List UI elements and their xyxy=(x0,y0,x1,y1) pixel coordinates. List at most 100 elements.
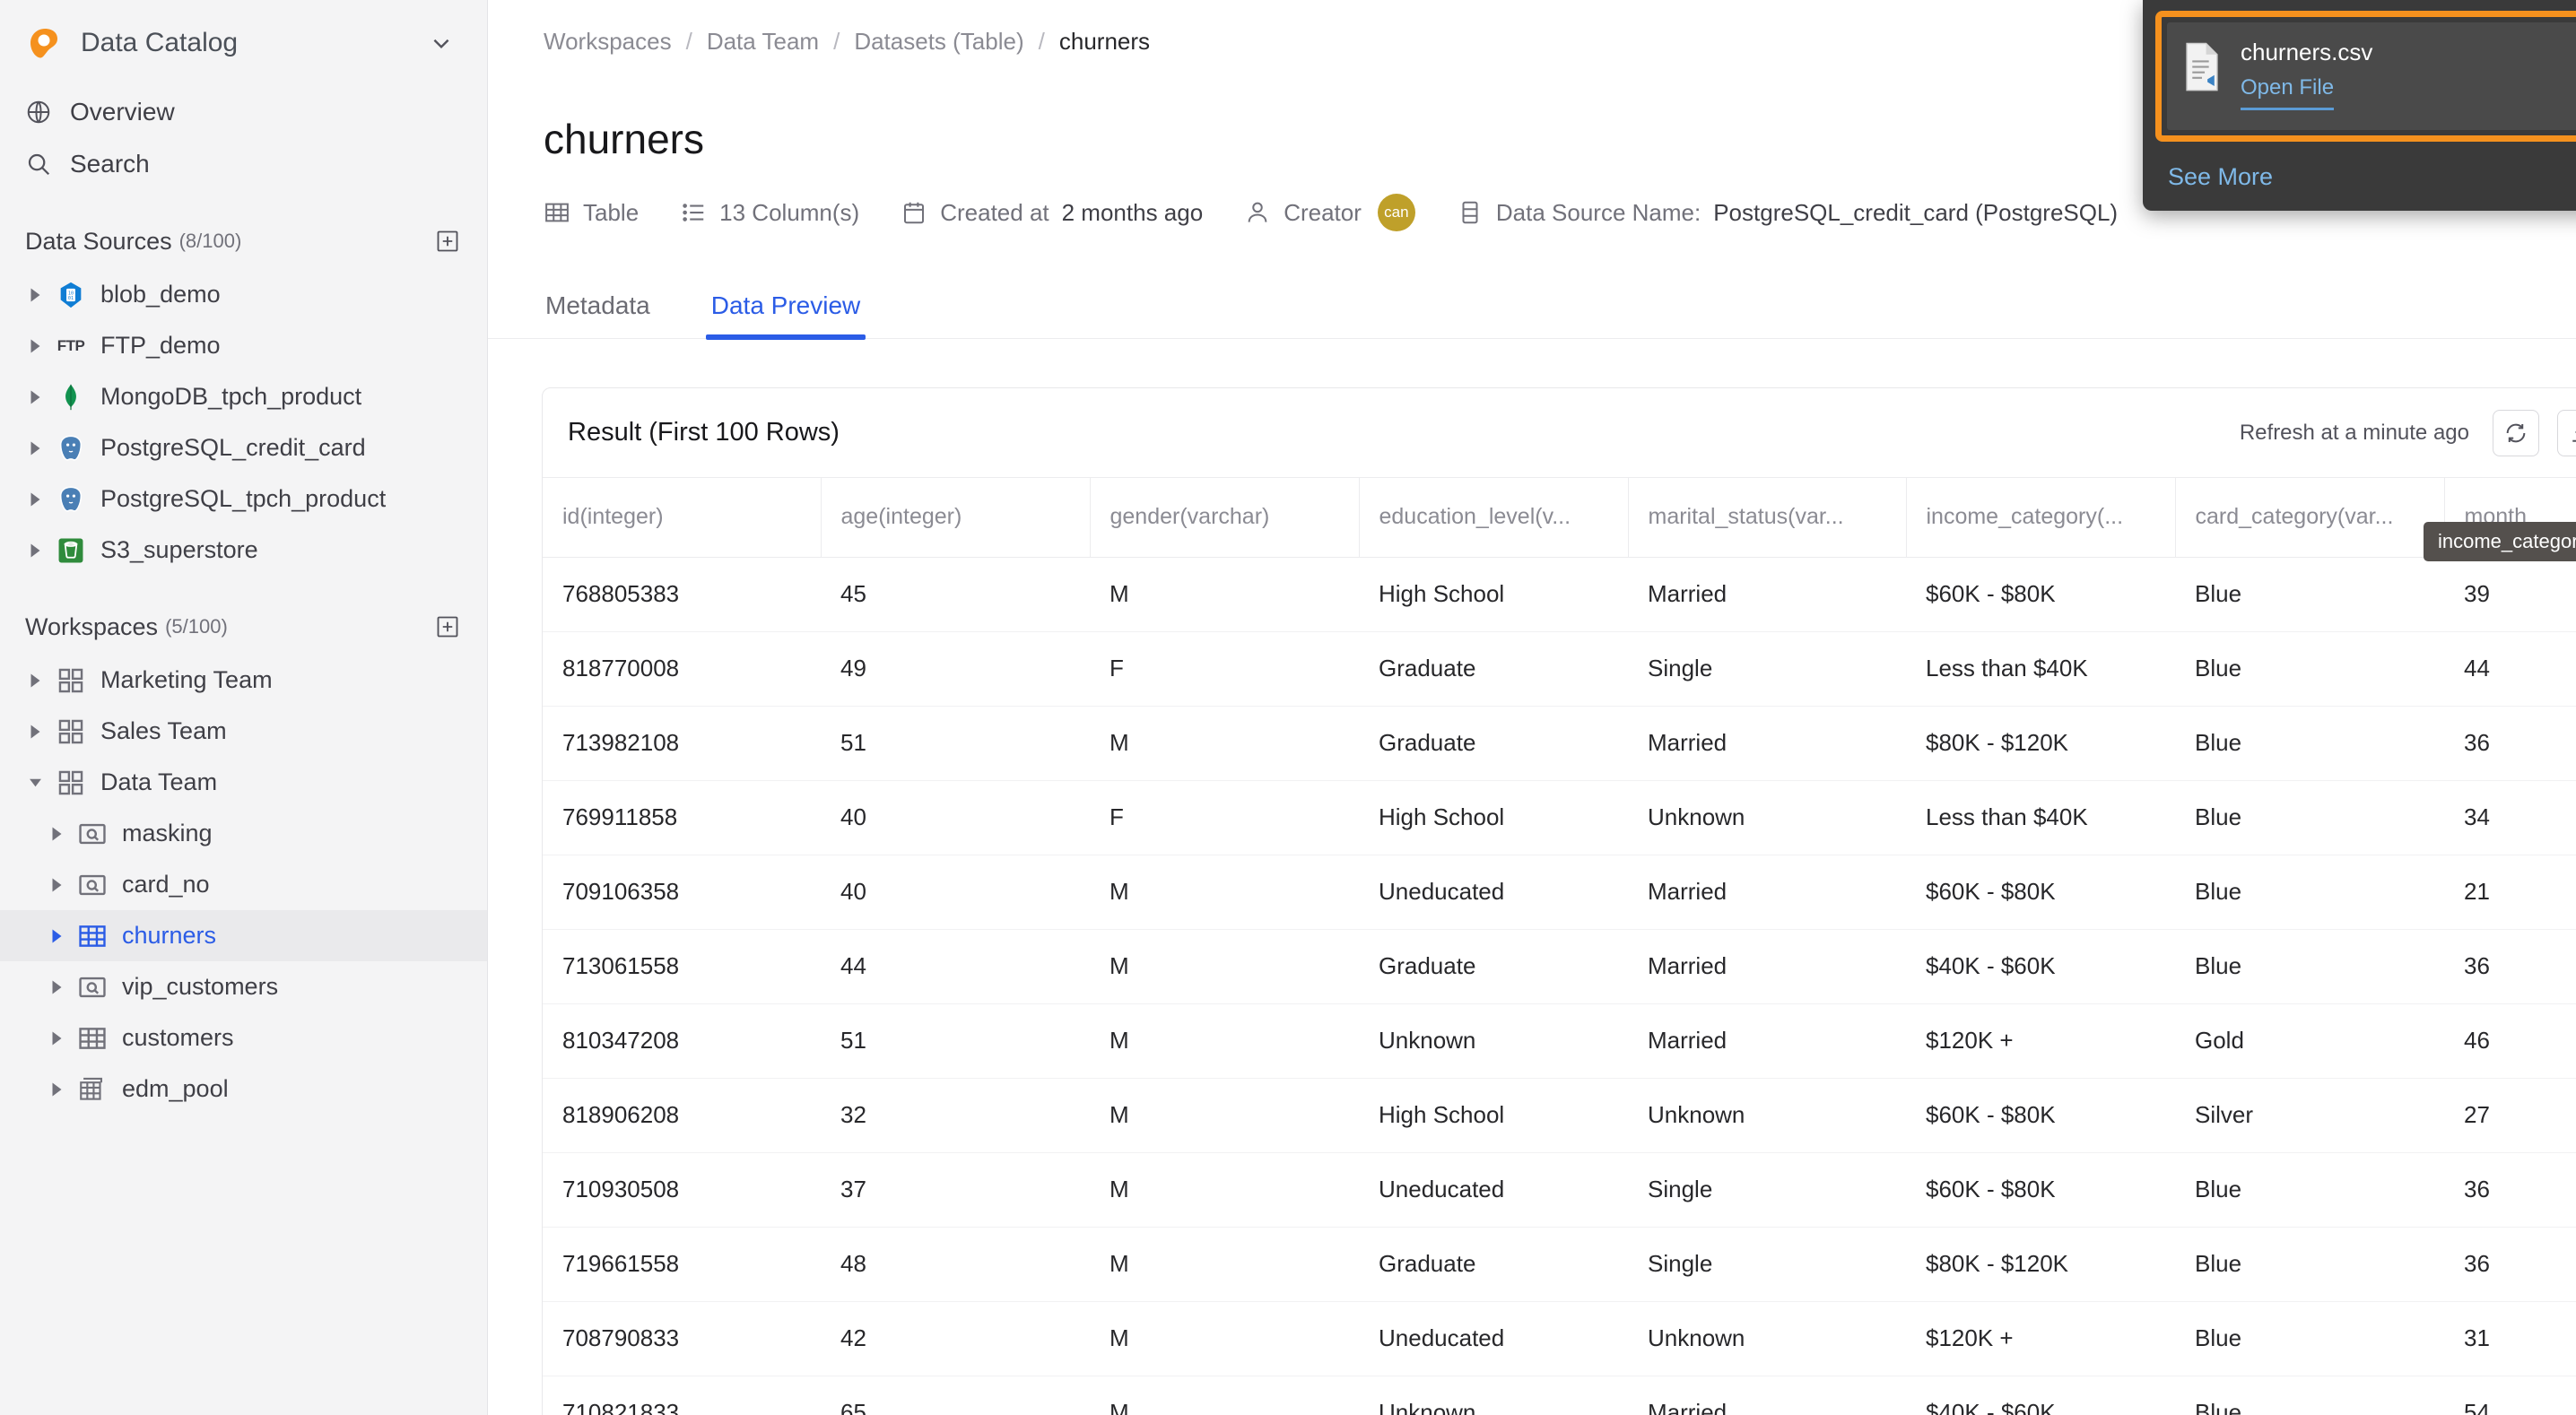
tree-item-sales-team[interactable]: Sales Team xyxy=(0,706,487,757)
sidebar-item-overview-label: Overview xyxy=(70,98,175,126)
tree-item-label: card_no xyxy=(122,871,210,898)
caret-right-icon[interactable] xyxy=(25,387,45,407)
table-cell: 719661558 xyxy=(543,1227,821,1302)
table-cell: 54 xyxy=(2444,1376,2576,1415)
caret-right-icon[interactable] xyxy=(25,722,45,742)
tab-metadata[interactable]: Metadata xyxy=(542,291,654,338)
caret-right-icon[interactable] xyxy=(47,926,66,946)
table-row[interactable]: 708790833 42 M Uneducated Unknown $120K + Blue… xyxy=(543,1301,2576,1376)
table-row[interactable]: 710821833 65 M Unknown Married $40K - $60K Blu… xyxy=(543,1376,2576,1415)
caret-right-icon[interactable] xyxy=(47,875,66,895)
table-cell: Blue xyxy=(2175,780,2444,855)
caret-right-icon[interactable] xyxy=(25,671,45,690)
table-cell: Graduate xyxy=(1359,631,1628,707)
table-row[interactable]: 768805383 45 M High School Married $60K - $80… xyxy=(543,557,2576,632)
table-cell: $40K - $60K xyxy=(1906,1376,2175,1415)
table-cell: $80K - $120K xyxy=(1906,706,2175,781)
meta-data-source-value: PostgreSQL_credit_card (PostgreSQL) xyxy=(1713,198,2119,226)
tree-item-label: PostgreSQL_tpch_product xyxy=(100,485,387,512)
table-cell: High School xyxy=(1359,557,1628,632)
table-cell: Blue xyxy=(2175,929,2444,1004)
table-row[interactable]: 719661558 48 M Graduate Single $80K - $120K Bl… xyxy=(543,1227,2576,1302)
table-cell: 21 xyxy=(2444,855,2576,930)
breadcrumb-item-data-team[interactable]: Data Team xyxy=(707,28,819,56)
table-icon xyxy=(77,921,108,951)
tree-item-ftp-demo[interactable]: FTP FTP_demo xyxy=(0,320,487,371)
tree-item-marketing-team[interactable]: Marketing Team xyxy=(0,655,487,706)
tree-item-vip-customers[interactable]: vip_customers xyxy=(0,961,487,1012)
see-more-link[interactable]: See More xyxy=(2168,163,2576,191)
chevron-down-icon[interactable] xyxy=(430,31,453,55)
caret-right-icon[interactable] xyxy=(47,977,66,997)
workspaces-count: (5/100) xyxy=(165,615,228,638)
table-cell: 710930508 xyxy=(543,1152,821,1228)
tree-item-s3-superstore[interactable]: S3_superstore xyxy=(0,525,487,576)
table-cell: $80K - $120K xyxy=(1906,1227,2175,1302)
refresh-button[interactable] xyxy=(2493,409,2539,456)
breadcrumb-item-datasets[interactable]: Datasets (Table) xyxy=(854,28,1023,56)
table-cell: 51 xyxy=(821,1003,1090,1079)
table-cell: 42 xyxy=(821,1301,1090,1376)
tree-item-blob-demo[interactable]: 10 01 blob_demo xyxy=(0,269,487,320)
tree-item-postgresql-tpch-product[interactable]: PostgreSQL_tpch_product xyxy=(0,473,487,525)
meta-creator: Creator can xyxy=(1244,194,1415,231)
view-icon xyxy=(77,870,108,900)
caret-right-icon[interactable] xyxy=(25,490,45,509)
table-cell: M xyxy=(1090,1078,1359,1153)
tree-item-customers[interactable]: customers xyxy=(0,1012,487,1063)
tree-item-card-no[interactable]: card_no xyxy=(0,859,487,910)
column-header-card-category[interactable]: card_category(var... xyxy=(2175,478,2445,558)
caret-right-icon[interactable] xyxy=(47,824,66,844)
caret-right-icon[interactable] xyxy=(47,1080,66,1099)
sidebar-item-search[interactable]: Search xyxy=(0,138,487,190)
column-header-id[interactable]: id(integer) xyxy=(543,478,822,558)
table-cell: 818770008 xyxy=(543,631,821,707)
table-cell: 46 xyxy=(2444,1003,2576,1079)
tree-item-edm-pool[interactable]: edm_pool xyxy=(0,1063,487,1115)
tree-item-label: masking xyxy=(122,820,213,846)
creator-avatar[interactable]: can xyxy=(1377,194,1415,231)
caret-down-icon[interactable] xyxy=(25,773,45,793)
caret-right-icon[interactable] xyxy=(47,1029,66,1048)
add-data-source-icon[interactable] xyxy=(435,229,460,254)
table-row[interactable]: 818770008 49 F Graduate Single Less than $40K… xyxy=(543,631,2576,707)
caret-right-icon[interactable] xyxy=(25,541,45,560)
tree-item-data-team[interactable]: Data Team xyxy=(0,757,487,808)
download-item[interactable]: churners.csv Open File xyxy=(2167,22,2576,131)
data-catalog-logo-icon xyxy=(25,23,65,63)
caret-right-icon[interactable] xyxy=(25,336,45,356)
table-cell: Unknown xyxy=(1628,780,1906,855)
add-workspace-icon[interactable] xyxy=(435,614,460,639)
table-row[interactable]: 818906208 32 M High School Unknown $60K - $80… xyxy=(543,1078,2576,1153)
breadcrumb-separator: / xyxy=(685,27,692,55)
brand-header[interactable]: Data Catalog xyxy=(0,0,487,86)
column-header-age[interactable]: age(integer) xyxy=(821,478,1091,558)
caret-right-icon[interactable] xyxy=(25,438,45,458)
column-header-marital-status[interactable]: marital_status(var... xyxy=(1628,478,1907,558)
tab-data-preview[interactable]: Data Preview xyxy=(705,291,866,340)
table-cell: 810347208 xyxy=(543,1003,821,1079)
tree-item-postgresql-credit-card[interactable]: PostgreSQL_credit_card xyxy=(0,422,487,473)
tree-item-churners[interactable]: churners xyxy=(0,910,487,961)
tree-item-label: S3_superstore xyxy=(100,536,258,563)
sidebar-item-overview[interactable]: Overview xyxy=(0,86,487,138)
column-header-gender[interactable]: gender(varchar) xyxy=(1090,478,1360,558)
column-header-education-level[interactable]: education_level(v... xyxy=(1359,478,1629,558)
table-row[interactable]: 709106358 40 M Uneducated Married $60K - $80K… xyxy=(543,855,2576,930)
download-button[interactable] xyxy=(2557,409,2576,456)
table-row[interactable]: 713982108 51 M Graduate Married $80K - $120K B… xyxy=(543,706,2576,781)
table-row[interactable]: 769911858 40 F High School Unknown Less than … xyxy=(543,780,2576,855)
column-header-income-category[interactable]: income_category(... xyxy=(1906,478,2176,558)
file-icon xyxy=(2181,42,2223,92)
caret-right-icon[interactable] xyxy=(25,285,45,305)
tree-item-masking[interactable]: masking xyxy=(0,808,487,859)
table-row[interactable]: 710930508 37 M Uneducated Single $60K - $80K B… xyxy=(543,1152,2576,1228)
open-file-link[interactable]: Open File xyxy=(2241,75,2335,111)
meta-creator-label: Creator xyxy=(1284,198,1362,226)
refresh-timestamp: Refresh at a minute ago xyxy=(2239,420,2469,445)
table-cell: Single xyxy=(1628,1227,1906,1302)
table-row[interactable]: 810347208 51 M Unknown Married $120K + Gold 46 xyxy=(543,1003,2576,1079)
breadcrumb-item-workspaces[interactable]: Workspaces xyxy=(544,28,672,56)
table-row[interactable]: 713061558 44 M Graduate Married $40K - $60K Bl… xyxy=(543,929,2576,1004)
tree-item-mongodb-tpch-product[interactable]: MongoDB_tpch_product xyxy=(0,371,487,422)
